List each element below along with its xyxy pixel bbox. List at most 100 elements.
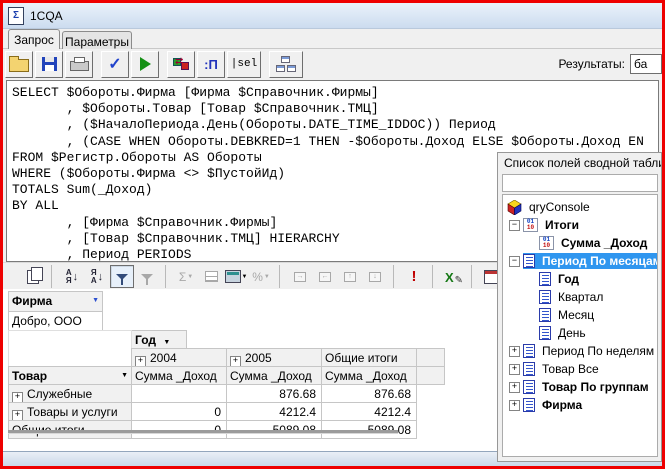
- toolbar-separator: [432, 265, 440, 288]
- sync-tables-icon: ⇄: [172, 57, 190, 71]
- tab-parameters[interactable]: Параметры: [62, 31, 132, 49]
- results-label: Результаты:: [558, 57, 625, 71]
- expand-field-icon: ↑: [344, 272, 356, 282]
- tree-item-god[interactable]: Год: [503, 270, 657, 288]
- collapse-icon[interactable]: −: [509, 220, 520, 231]
- list-field-icon: [523, 362, 535, 376]
- expand-icon[interactable]: +: [509, 400, 520, 411]
- expand-icon[interactable]: +: [509, 346, 520, 357]
- list-field-icon: [539, 290, 551, 304]
- value-caption-2005: Сумма _Доход: [226, 366, 322, 385]
- expand-icon[interactable]: +: [509, 364, 520, 375]
- field-list-title: Список полей сводной табли: [498, 153, 661, 172]
- sort-descending-button[interactable]: ЯА↓: [85, 265, 109, 288]
- filter-icon: [116, 274, 128, 280]
- page-field-value[interactable]: Добро, ООО: [8, 311, 103, 331]
- expand-field-button[interactable]: ↑: [338, 265, 362, 288]
- row-header-sluzhebnye[interactable]: +Служебные: [8, 384, 132, 403]
- data-cell[interactable]: 4212.4: [321, 402, 417, 421]
- value-caption-total: Сумма _Доход: [321, 366, 417, 385]
- data-cell[interactable]: 876.68: [321, 384, 417, 403]
- copy-button[interactable]: [21, 265, 45, 288]
- run-query-button[interactable]: [131, 51, 159, 78]
- refresh-button[interactable]: !: [402, 265, 426, 288]
- print-button[interactable]: [65, 51, 93, 78]
- tree-item-kvartal[interactable]: Квартал: [503, 288, 657, 306]
- data-cell[interactable]: 4212.4: [226, 402, 322, 421]
- select-text-button[interactable]: |sel: [227, 51, 261, 78]
- move-field-icon: →: [294, 272, 306, 282]
- calculator-icon: [225, 270, 241, 283]
- dropdown-icon[interactable]: ▼: [92, 297, 99, 304]
- value-caption-2004: Сумма _Доход: [131, 366, 227, 385]
- excel-export-icon: X✎: [445, 270, 461, 284]
- field-list-tree[interactable]: qryConsole − 0110 Итоги 0110 Сумма _Дохо…: [502, 194, 658, 457]
- export-excel-button[interactable]: X✎: [441, 265, 465, 288]
- results-input[interactable]: ба: [630, 54, 662, 74]
- show-top-button[interactable]: [135, 265, 159, 288]
- tree-item-tovar-vse[interactable]: + Товар Все: [503, 360, 657, 378]
- calculated-field-button[interactable]: ▼: [224, 265, 248, 288]
- percent-icon: %: [252, 270, 263, 284]
- sync-tables-button[interactable]: ⇄: [167, 51, 195, 78]
- dropdown-icon[interactable]: ▼: [163, 339, 170, 346]
- data-cell[interactable]: 876.68: [226, 384, 322, 403]
- open-button[interactable]: [5, 51, 33, 78]
- save-icon: [42, 57, 57, 71]
- print-icon: [70, 61, 89, 71]
- expand-icon[interactable]: +: [509, 382, 520, 393]
- numeric-field-icon: 0110: [523, 218, 538, 232]
- toolbar-separator: [159, 51, 165, 78]
- subtotal-button[interactable]: [199, 265, 223, 288]
- col-field-god[interactable]: Год ▼: [131, 330, 187, 349]
- sel-icon: |sel: [231, 58, 257, 70]
- show-tables-button[interactable]: [269, 51, 303, 78]
- page-field-firma[interactable]: ▼ Фирма: [8, 291, 103, 312]
- list-field-icon: [539, 272, 551, 286]
- move-to-row-button[interactable]: →: [288, 265, 312, 288]
- sum-icon: Σ: [179, 270, 186, 284]
- list-field-icon: [523, 398, 535, 412]
- pi-icon: :П: [204, 57, 218, 72]
- show-as-percent-button[interactable]: %▼: [249, 265, 273, 288]
- list-field-icon: [539, 308, 551, 322]
- check-syntax-button[interactable]: ✓: [101, 51, 129, 78]
- tree-item-firma[interactable]: + Фирма: [503, 396, 657, 414]
- pivot-corner-blank: [8, 330, 132, 368]
- tree-item-period-po-mesyacam[interactable]: − Период По месяцам: [503, 252, 657, 270]
- title-bar[interactable]: Σ 1CQA: [3, 3, 662, 29]
- toolbar-separator: [279, 265, 287, 288]
- field-list-panel[interactable]: Список полей сводной табли qryConsole − …: [497, 152, 662, 462]
- parameters-button[interactable]: :П: [197, 51, 225, 78]
- tree-item-tovar-po-gruppam[interactable]: + Товар По группам: [503, 378, 657, 396]
- col-header-grand-total[interactable]: Общие итоги: [321, 348, 417, 367]
- numeric-field-icon: 0110: [539, 236, 554, 250]
- autofilter-button[interactable]: [110, 265, 134, 288]
- tab-query[interactable]: Запрос: [8, 29, 60, 49]
- subtotal-icon: [205, 271, 218, 282]
- sort-ascending-button[interactable]: АЯ↓: [60, 265, 84, 288]
- selected-item[interactable]: Период По месяцам: [523, 253, 658, 269]
- list-field-icon: [523, 380, 535, 394]
- col-header-2005[interactable]: +2005: [226, 348, 322, 367]
- tree-item-itogi[interactable]: − 0110 Итоги: [503, 216, 657, 234]
- tree-item-mesyac[interactable]: Месяц: [503, 306, 657, 324]
- collapse-icon[interactable]: −: [509, 256, 520, 267]
- collapse-field-button[interactable]: ↓: [363, 265, 387, 288]
- move-to-column-button[interactable]: ←: [313, 265, 337, 288]
- data-cell[interactable]: 0: [131, 402, 227, 421]
- col-header-2004[interactable]: +2004: [131, 348, 227, 367]
- tree-item-den[interactable]: День: [503, 324, 657, 342]
- dropdown-icon[interactable]: ▼: [121, 372, 128, 379]
- refresh-icon: !: [412, 268, 417, 285]
- tree-item-qryconsole[interactable]: qryConsole: [503, 198, 657, 216]
- tree-item-summa-dohod[interactable]: 0110 Сумма _Доход: [503, 234, 657, 252]
- toolbar-separator: [471, 265, 479, 288]
- save-button[interactable]: [35, 51, 63, 78]
- tree-item-period-po-nedelyam[interactable]: + Период По неделям: [503, 342, 657, 360]
- toolbar-separator: [261, 51, 267, 78]
- data-cell[interactable]: [131, 384, 227, 403]
- autocalc-button[interactable]: Σ▼: [174, 265, 198, 288]
- row-header-tovary-uslugi[interactable]: +Товары и услуги: [8, 402, 132, 421]
- row-field-tovar[interactable]: ▼ Товар: [8, 366, 132, 385]
